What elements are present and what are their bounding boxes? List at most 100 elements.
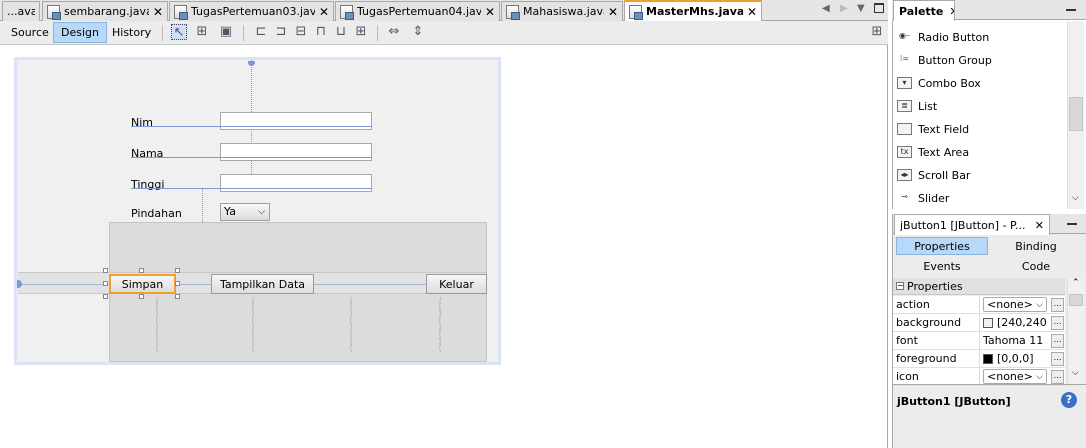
scrollbar-thumb[interactable] [1069, 97, 1083, 131]
close-icon[interactable]: ✕ [153, 5, 163, 19]
close-icon[interactable]: ✕ [608, 5, 618, 19]
property-name: foreground [893, 350, 980, 367]
palette-item-combo-box[interactable]: ▾ Combo Box [897, 73, 981, 93]
property-row-action[interactable]: action <none> ⌵ … [893, 296, 1065, 314]
preview-design-icon[interactable]: ▣ [218, 24, 234, 40]
properties-tab[interactable]: jButton1 [JButton] - P... ✕ [894, 214, 1050, 235]
action-combo[interactable]: <none> ⌵ [983, 297, 1047, 312]
font-value: Tahoma 11 Pla [983, 334, 1047, 347]
property-value[interactable]: <none> ⌵ … [980, 296, 1065, 313]
connection-mode-icon[interactable]: ⊞ [194, 24, 210, 40]
simpan-button[interactable]: Simpan [109, 274, 176, 294]
jframe-form[interactable]: Nim Nama Tinggi Pindahan Ya ⌵ Simpan Tam… [14, 57, 501, 365]
resize-handle[interactable] [175, 281, 180, 286]
tab-binding[interactable]: Binding [991, 237, 1081, 255]
align-left-icon[interactable]: ⊏ [253, 24, 269, 40]
palette-item-list[interactable]: ≣ List [897, 96, 937, 116]
help-icon[interactable]: ? [1061, 392, 1077, 408]
history-button[interactable]: History [104, 22, 159, 43]
align-bottom-icon[interactable]: ⊔ [333, 24, 349, 40]
pindahan-combo[interactable]: Ya ⌵ [220, 203, 270, 221]
tab-mahasiswa[interactable]: Mahasiswa.java ✕ [501, 1, 623, 21]
palette-item-button-group[interactable]: ⁝= Button Group [897, 50, 992, 70]
center-vertical-icon[interactable]: ⊞ [353, 24, 369, 40]
property-row-font[interactable]: font Tahoma 11 Pla … [893, 332, 1065, 350]
resize-handle[interactable] [103, 294, 108, 299]
palette-item-label: Text Area [918, 145, 970, 159]
source-button[interactable]: Source [3, 22, 57, 43]
tab-code[interactable]: Code [991, 257, 1081, 275]
scroll-left-icon[interactable]: ◀ [822, 3, 830, 14]
palette-item-radio-button[interactable]: ◉– Radio Button [897, 27, 989, 47]
align-top-icon[interactable]: ⊓ [313, 24, 329, 40]
expand-icon[interactable]: ⊞ [869, 24, 885, 40]
design-button[interactable]: Design [53, 22, 107, 43]
selection-mode-icon[interactable]: ↖ [171, 24, 187, 40]
palette-item-text-field[interactable]: Text Field [897, 119, 969, 139]
property-value[interactable]: [240,240,2 … [980, 314, 1065, 331]
center-horizontal-icon[interactable]: ⊟ [293, 24, 309, 40]
chevron-down-icon[interactable]: ⌵ [1072, 368, 1079, 378]
toolbar-separator [377, 25, 378, 41]
tab-events[interactable]: Events [896, 257, 988, 275]
ellipsis-button[interactable]: … [1051, 351, 1064, 366]
property-value[interactable]: Tahoma 11 Pla … [980, 332, 1065, 349]
resize-handle[interactable] [103, 281, 108, 286]
resize-handle[interactable] [139, 268, 144, 273]
icon-combo[interactable]: <none> ⌵ [983, 369, 1047, 384]
palette-tab[interactable]: Palette ✕ [893, 0, 955, 21]
palette-header: Palette ✕ [892, 0, 1086, 21]
close-icon[interactable]: ✕ [485, 5, 495, 19]
nama-input[interactable] [220, 143, 372, 161]
property-row-foreground[interactable]: foreground [0,0,0] … [893, 350, 1065, 368]
palette-scrollbar[interactable]: ⌵ [1067, 21, 1084, 209]
nim-input[interactable] [220, 112, 372, 130]
scrollbar-thumb[interactable] [1069, 294, 1083, 306]
property-value[interactable]: <none> ⌵ … [980, 368, 1065, 385]
properties-section-header[interactable]: − Properties [893, 278, 1065, 295]
close-icon[interactable]: ✕ [949, 5, 954, 18]
tab-hidden-file[interactable]: ...ava [2, 1, 40, 21]
tab-list-dropdown-icon[interactable]: ▼ [857, 3, 865, 14]
keluar-button[interactable]: Keluar [426, 274, 487, 294]
property-row-background[interactable]: background [240,240,2 … [893, 314, 1065, 332]
resize-handle[interactable] [175, 294, 180, 299]
tab-tugaspertemuan03[interactable]: TugasPertemuan03.java ✕ [169, 1, 334, 21]
resize-horizontal-icon[interactable]: ⇔ [386, 24, 402, 40]
tampilkan-data-button[interactable]: Tampilkan Data [211, 274, 314, 294]
minimize-icon[interactable] [1066, 9, 1076, 11]
properties-scrollbar[interactable]: ⌃ ⌵ [1067, 278, 1084, 384]
resize-handle[interactable] [175, 268, 180, 273]
minimize-icon[interactable] [1067, 223, 1077, 225]
ellipsis-button[interactable]: … [1051, 333, 1064, 348]
align-right-icon[interactable]: ⊐ [273, 24, 289, 40]
tab-mastermhs[interactable]: MasterMhs.java ✕ [624, 0, 762, 21]
chevron-up-icon[interactable]: ⌃ [1072, 278, 1080, 288]
scroll-right-icon[interactable]: ▶ [840, 3, 848, 14]
tab-properties[interactable]: Properties [896, 237, 988, 255]
ellipsis-button[interactable]: … [1051, 297, 1064, 312]
collapse-icon[interactable]: − [896, 282, 904, 290]
palette-item-scroll-bar[interactable]: ◂▸ Scroll Bar [897, 165, 970, 185]
palette-item-slider[interactable]: ⊸ Slider [897, 188, 949, 208]
anchor-marker [248, 61, 255, 66]
resize-vertical-icon[interactable]: ⇕ [410, 24, 426, 40]
properties-panel: jButton1 [JButton] - P... ✕ Properties B… [892, 214, 1086, 448]
ellipsis-button[interactable]: … [1051, 369, 1064, 384]
property-value[interactable]: [0,0,0] … [980, 350, 1065, 367]
maximize-icon[interactable] [874, 3, 884, 13]
button-group-icon: ⁝= [899, 54, 910, 63]
chevron-down-icon: ⌵ [1036, 371, 1043, 382]
tab-sembarang[interactable]: sembarang.java ✕ [42, 1, 168, 21]
alignment-guide [131, 157, 372, 158]
tab-tugaspertemuan04[interactable]: TugasPertemuan04.java ✕ [335, 1, 500, 21]
resize-handle[interactable] [139, 294, 144, 299]
chevron-down-icon[interactable]: ⌵ [1072, 193, 1079, 203]
close-icon[interactable]: ✕ [1035, 219, 1044, 232]
close-icon[interactable]: ✕ [747, 5, 757, 19]
resize-handle[interactable] [103, 268, 108, 273]
ellipsis-button[interactable]: … [1051, 315, 1064, 330]
tinggi-input[interactable] [220, 174, 372, 192]
palette-item-text-area[interactable]: tx Text Area [897, 142, 969, 162]
close-icon[interactable]: ✕ [319, 5, 329, 19]
